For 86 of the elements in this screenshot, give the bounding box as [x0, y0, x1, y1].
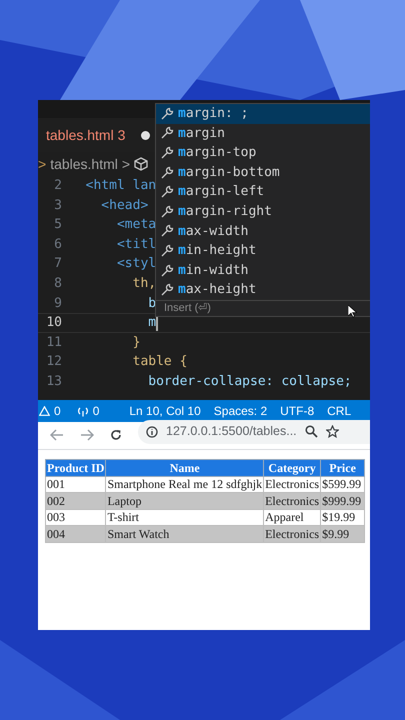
- suggestion-label: margin-right: [178, 203, 272, 222]
- suggestion-label: max-height: [178, 281, 256, 300]
- line-number: 9: [53, 294, 63, 313]
- line-number: 11: [45, 334, 63, 352]
- suggestion-label: margin-top: [178, 144, 256, 162]
- suggestion-label: margin-bottom: [178, 164, 280, 182]
- column-header: Category: [264, 460, 321, 476]
- wrench-icon: [160, 146, 174, 160]
- star-icon[interactable]: [326, 425, 339, 438]
- line-number: 3: [53, 196, 63, 215]
- mouse-pointer-icon: [348, 305, 357, 318]
- table-cell: $999.99: [320, 492, 365, 509]
- table-cell: Electronics: [264, 526, 321, 542]
- status-item[interactable]: UTF-8: [280, 402, 314, 420]
- status-item[interactable]: CRL: [327, 402, 352, 420]
- suggestion-label: margin: ;: [178, 105, 248, 124]
- column-header: Name: [106, 460, 264, 476]
- breadcrumb-file[interactable]: tables.html: [50, 154, 118, 174]
- wrench-icon: [160, 126, 174, 140]
- line-number: 7: [53, 255, 63, 274]
- suggestion-item[interactable]: min-width: [156, 260, 370, 280]
- wrench-icon: [160, 185, 174, 200]
- back-arrow-icon[interactable]: [50, 428, 64, 440]
- breadcrumb-chevron: >: [38, 154, 46, 174]
- suggestion-label: margin-left: [178, 183, 264, 202]
- suggestion-item[interactable]: margin-left: [156, 182, 370, 202]
- suggestion-item[interactable]: margin-bottom: [156, 162, 370, 182]
- code-line: <head>: [100, 196, 148, 215]
- line-number: 5: [53, 216, 63, 234]
- table-cell: Smart Watch: [106, 526, 264, 542]
- code-line: <styl: [116, 255, 156, 274]
- wrench-icon: [160, 224, 174, 238]
- wrench-icon: [160, 204, 174, 219]
- suggestion-label: min-height: [178, 242, 256, 260]
- zoom-icon[interactable]: [304, 425, 318, 438]
- suggestion-item[interactable]: margin-right: [156, 202, 370, 222]
- address-bar[interactable]: 127.0.0.1:5500/tables...: [138, 420, 370, 444]
- antenna-icon: [76, 406, 89, 416]
- status-item[interactable]: Spaces: 2: [214, 402, 268, 420]
- wrench-icon: [160, 264, 174, 278]
- wrench-icon: [160, 244, 174, 258]
- wrench-icon: [160, 106, 174, 121]
- suggestion-label: min-width: [178, 262, 248, 280]
- table-cell: Electronics: [264, 492, 321, 509]
- suggestion-item[interactable]: margin-top: [156, 143, 370, 163]
- code-line: b: [147, 294, 156, 313]
- table-cell: $9.99: [320, 526, 365, 542]
- suggestion-label: margin: [178, 124, 225, 143]
- line-number: 6: [53, 236, 63, 254]
- info-icon[interactable]: [146, 426, 158, 438]
- code-line: <titl: [116, 236, 156, 254]
- warnings-count[interactable]: 0: [38, 402, 61, 420]
- cube-icon: [134, 157, 148, 171]
- code-line: table {: [132, 353, 188, 372]
- code-line: }: [132, 334, 140, 352]
- suggestion-item[interactable]: min-height: [156, 241, 370, 261]
- line-number: 10: [45, 314, 63, 332]
- code-line: th,: [132, 275, 156, 294]
- suggestion-item[interactable]: margin: ;: [156, 104, 370, 124]
- ports-count[interactable]: 0: [76, 402, 100, 420]
- code-line: <html lan: [84, 177, 156, 196]
- wrench-icon: [160, 283, 174, 298]
- forward-arrow-icon[interactable]: [80, 428, 94, 440]
- line-number: 12: [45, 353, 63, 372]
- code-line: m: [147, 314, 156, 332]
- line-number: 8: [53, 275, 63, 294]
- wrench-icon: [160, 166, 174, 180]
- table-cell: 004: [46, 526, 106, 542]
- line-number: 13: [45, 372, 63, 391]
- code-line: <meta: [116, 216, 156, 234]
- code-line: border-collapse: collapse;: [147, 372, 352, 391]
- reload-icon[interactable]: [110, 428, 122, 440]
- line-number: 2: [53, 177, 63, 196]
- insert-hint: Insert (⏎): [164, 301, 211, 316]
- table-cell: 002: [46, 492, 106, 509]
- suggestion-label: max-width: [178, 222, 248, 241]
- suggestion-item[interactable]: max-height: [156, 280, 370, 300]
- column-header: Price: [320, 460, 365, 476]
- table-cell: Laptop: [106, 492, 264, 509]
- suggestion-item[interactable]: max-width: [156, 222, 370, 242]
- warning-icon: [39, 406, 50, 416]
- suggestion-item[interactable]: margin: [156, 124, 370, 144]
- column-header: Product ID: [46, 460, 106, 476]
- status-item[interactable]: Ln 10, Col 10: [129, 402, 201, 420]
- breadcrumb-chevron: >: [122, 154, 130, 174]
- url-text: 127.0.0.1:5500/tables...: [166, 423, 297, 440]
